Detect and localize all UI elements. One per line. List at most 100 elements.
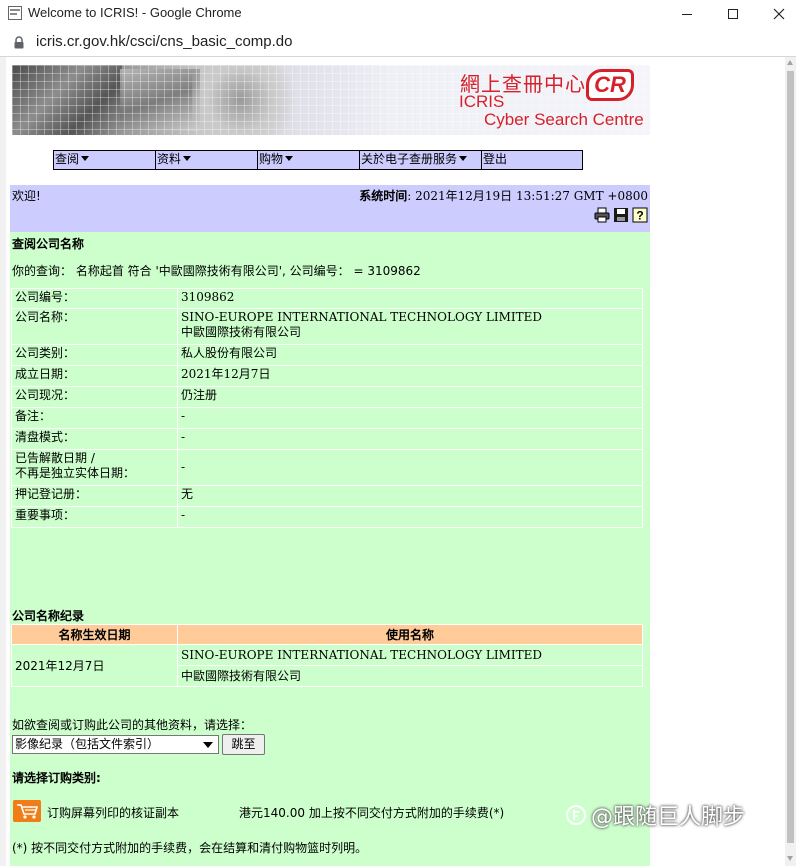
table-row: 公司现况： 仍注册 <box>11 386 643 408</box>
dropdown-caret-icon <box>81 156 90 161</box>
order-price-note: 加上按不同交付方式附加的手续费(*) <box>305 806 505 820</box>
history-name-en: SINO-EUROPE INTERNATIONAL TECHNOLOGY LIM… <box>177 644 643 666</box>
table-row: 备注： - <box>11 407 643 429</box>
menu-item-label: 购物 <box>259 152 284 166</box>
field-value: 无 <box>177 485 643 507</box>
page-viewport: 網上查冊中心 ICRIS Cyber Search Centre CR 查阅 资… <box>0 57 796 866</box>
table-row: 公司名称： SINO-EUROPE INTERNATIONAL TECHNOLO… <box>11 308 643 345</box>
minimize-icon <box>682 13 692 15</box>
field-label: 清盘模式： <box>11 428 178 450</box>
history-name-cn: 中歐國際技術有限公司 <box>177 665 643 687</box>
content-panel: 查阅公司名称 你的查询： 名称起首 符合 '中歐國際技術有限公司', 公司编号：… <box>10 232 650 866</box>
field-label: 重要事项： <box>11 506 178 528</box>
order-item-label[interactable]: 订购屏幕列印的核证副本 <box>47 804 179 821</box>
banner-en-title: ICRIS <box>459 92 505 111</box>
printer-icon[interactable] <box>594 207 610 223</box>
query-summary: 你的查询： 名称起首 符合 '中歐國際技術有限公司', 公司编号： = 3109… <box>12 264 421 278</box>
watermark-text: @跟随巨人脚步 <box>591 805 746 830</box>
field-label: 押记登记册： <box>11 485 178 507</box>
name-history-table: 名称生效日期 使用名称 2021年12月7日 SINO-EUROPE INTER… <box>11 624 643 687</box>
field-label: 备注： <box>11 407 178 429</box>
welcome-text: 欢迎! <box>12 189 41 203</box>
close-window-button[interactable] <box>756 0 796 27</box>
table-row: 押记登记册： 无 <box>11 485 643 507</box>
banner-subtitle: Cyber Search Centre <box>484 110 644 129</box>
menu-item-logout[interactable]: 登出 <box>482 151 582 169</box>
window-titlebar: Welcome to ICRIS! - Google Chrome <box>0 0 796 27</box>
field-label: 公司类别： <box>11 344 178 366</box>
watermark: @跟随巨人脚步 <box>565 799 745 831</box>
field-label: 成立日期： <box>11 365 178 387</box>
dropdown-caret-icon <box>285 156 294 161</box>
column-header: 名称生效日期 <box>11 624 178 645</box>
shopping-cart-icon[interactable] <box>13 800 41 822</box>
selected-option: 影像纪录（包括文件索引） <box>15 737 160 751</box>
column-header: 使用名称 <box>177 624 643 645</box>
table-row: 清盘模式： - <box>11 428 643 450</box>
url-text[interactable]: icris.cr.gov.hk/csci/cns_basic_comp.do <box>36 33 293 50</box>
page-tools: ? <box>594 207 648 223</box>
menu-item-search[interactable]: 查阅 <box>54 151 156 169</box>
table-row: 成立日期： 2021年12月7日 <box>11 365 643 387</box>
menu-item-info[interactable]: 资料 <box>156 151 258 169</box>
field-value: SINO-EUROPE INTERNATIONAL TECHNOLOGY LIM… <box>177 308 643 345</box>
system-time-label: 系统时间 <box>359 189 408 203</box>
vertical-scrollbar[interactable] <box>785 57 796 866</box>
field-label: 公司现况： <box>11 386 178 408</box>
table-row: 已告解散日期 / 不再是独立实体日期： - <box>11 449 643 486</box>
order-type-title: 请选择订购类别: <box>12 771 101 785</box>
table-header-row: 名称生效日期 使用名称 <box>11 624 643 645</box>
field-value: 3109862 <box>177 288 643 309</box>
field-label: 公司编号： <box>11 288 178 309</box>
menu-item-label: 关於电子查册服务 <box>361 152 458 166</box>
field-value: 2021年12月7日 <box>177 365 643 387</box>
dropdown-caret-icon <box>459 156 468 161</box>
table-row: 公司编号： 3109862 <box>11 288 643 309</box>
system-time-value: : 2021年12月19日 13:51:27 GMT +0800 <box>407 189 648 203</box>
table-row: 重要事项： - <box>11 506 643 528</box>
scroll-down-icon[interactable] <box>787 856 793 861</box>
field-value: 私人股份有限公司 <box>177 344 643 366</box>
maximize-button[interactable] <box>710 0 756 27</box>
close-icon <box>773 8 785 19</box>
lock-icon[interactable] <box>13 36 25 49</box>
menu-item-label: 登出 <box>483 152 508 166</box>
jump-button[interactable]: 跳至 <box>222 734 265 755</box>
company-name-en: SINO-EUROPE INTERNATIONAL TECHNOLOGY LIM… <box>181 310 543 324</box>
history-title: 公司名称纪录 <box>12 609 85 623</box>
order-price: 港元140.00 加上按不同交付方式附加的手续费(*) <box>239 804 504 821</box>
menu-item-shopping[interactable]: 购物 <box>258 151 360 169</box>
menu-item-about[interactable]: 关於电子查册服务 <box>360 151 482 169</box>
system-time: 系统时间: 2021年12月19日 13:51:27 GMT +0800 <box>359 187 648 204</box>
address-bar[interactable]: icris.cr.gov.hk/csci/cns_basic_comp.do <box>0 27 796 57</box>
field-value: - <box>177 449 643 486</box>
menu-item-label: 查阅 <box>55 152 80 166</box>
fee-footnote: (*) 按不同交付方式附加的手续费，会在结算和清付购物篮时列明。 <box>12 841 368 855</box>
left-edge <box>0 57 6 866</box>
field-value: - <box>177 506 643 528</box>
scrollbar-thumb[interactable] <box>787 71 794 843</box>
field-label-line: 已告解散日期 / <box>15 451 95 465</box>
help-icon[interactable]: ? <box>632 207 648 223</box>
field-label: 已告解散日期 / 不再是独立实体日期： <box>11 449 178 486</box>
minimize-button[interactable] <box>664 0 710 27</box>
svg-text:?: ? <box>636 209 643 223</box>
field-value: - <box>177 428 643 450</box>
company-info-table: 公司编号： 3109862 公司名称： SINO-EUROPE INTERNAT… <box>11 288 643 528</box>
company-name-cn: 中歐國際技術有限公司 <box>181 325 302 339</box>
dropdown-caret-icon <box>183 156 192 161</box>
save-icon[interactable] <box>613 207 629 223</box>
page-favicon-icon <box>8 6 22 20</box>
maximize-icon <box>728 8 738 19</box>
order-price-value: 港元140.00 <box>239 806 305 820</box>
main-menu: 查阅 资料 购物 关於电子查册服务 登出 <box>53 150 583 170</box>
wechat-logo-icon <box>566 805 586 825</box>
field-label-line: 不再是独立实体日期： <box>15 466 136 480</box>
window-title: Welcome to ICRIS! - Google Chrome <box>28 5 242 20</box>
table-row: 公司类别： 私人股份有限公司 <box>11 344 643 366</box>
scroll-up-icon[interactable] <box>787 60 793 65</box>
welcome-header: 欢迎! 系统时间: 2021年12月19日 13:51:27 GMT +0800… <box>10 185 650 232</box>
menu-item-label: 资料 <box>157 152 182 166</box>
info-type-select[interactable]: 影像纪录（包括文件索引） <box>12 735 219 754</box>
field-value: 仍注册 <box>177 386 643 408</box>
